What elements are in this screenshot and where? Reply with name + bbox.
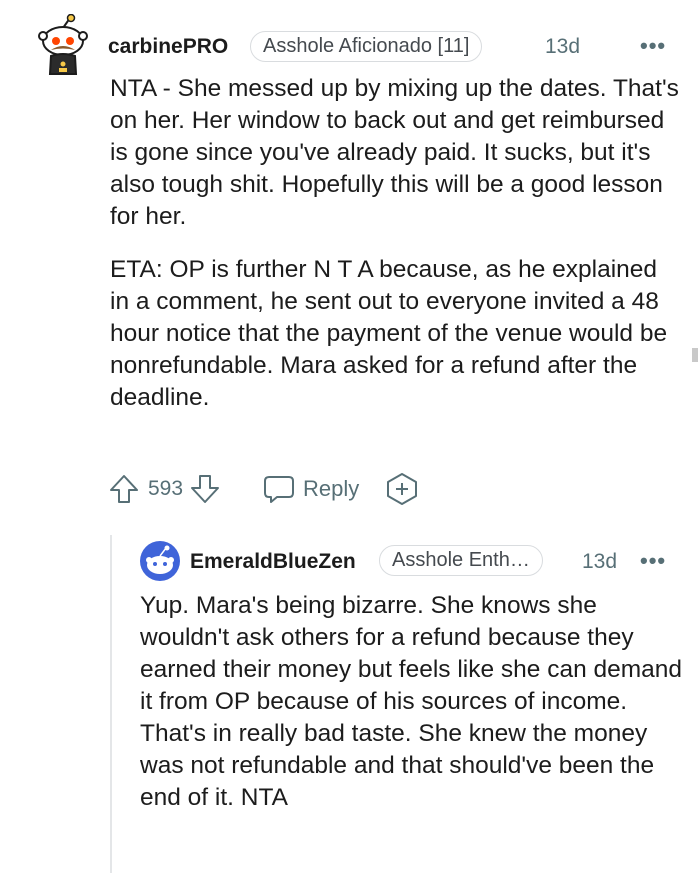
reply-label: Reply — [303, 476, 360, 501]
vote-count: 593 — [148, 477, 184, 500]
speech-bubble-icon — [263, 474, 295, 504]
thread-line[interactable] — [110, 535, 112, 873]
comment-paragraph-2: ETA: OP is further N T A because, as he … — [110, 256, 668, 411]
comment-timestamp: 13d — [545, 35, 581, 58]
reply-more-options-button[interactable]: ••• — [640, 550, 666, 572]
reply-paragraph-1: Yup. Mara's being bizarre. She knows she… — [140, 592, 683, 811]
snoo-avatar-icon — [38, 13, 88, 75]
reply-user-flair: Asshole Enth… — [379, 545, 543, 576]
comment-more-options-button[interactable]: ••• — [640, 35, 666, 57]
add-award-icon[interactable] — [385, 472, 419, 506]
comment-actions-bar: 593 Reply — [108, 472, 419, 506]
scroll-indicator[interactable] — [692, 348, 698, 362]
comment-username[interactable]: carbinePRO — [108, 35, 228, 59]
comment-paragraph-1: NTA - She messed up by mixing up the dat… — [110, 75, 679, 230]
reply-button[interactable]: Reply — [263, 474, 359, 504]
reply-user-avatar[interactable] — [139, 540, 181, 582]
reply-username[interactable]: EmeraldBlueZen — [190, 550, 356, 574]
more-options-icon: ••• — [640, 548, 667, 573]
snoo-avatar-icon — [140, 541, 180, 581]
downvote-arrow-icon[interactable] — [189, 473, 221, 505]
upvote-arrow-icon[interactable] — [108, 473, 140, 505]
more-options-icon: ••• — [640, 33, 667, 58]
comment-user-flair: Asshole Aficionado [11] — [250, 31, 483, 62]
reply-timestamp: 13d — [582, 550, 618, 573]
user-avatar[interactable] — [36, 13, 90, 76]
